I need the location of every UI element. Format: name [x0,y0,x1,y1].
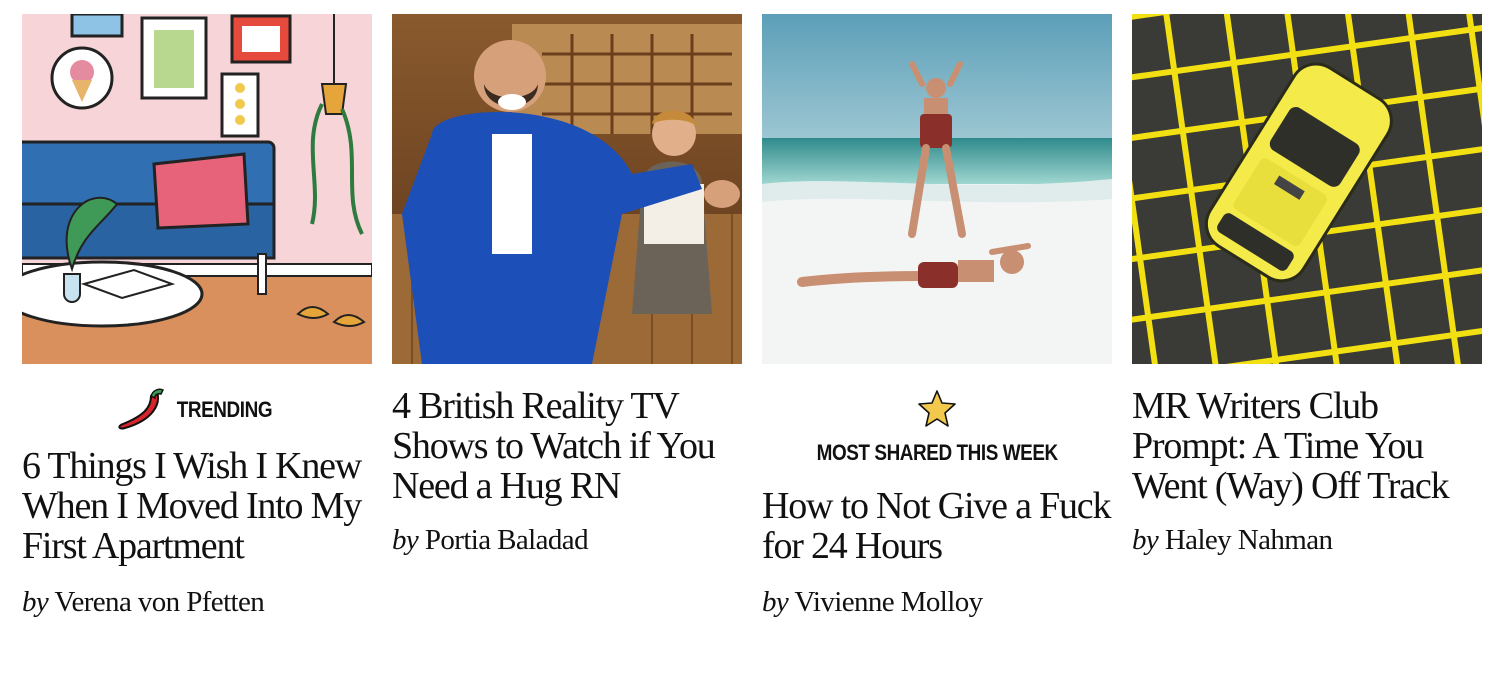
restaurant-photo [392,14,742,364]
article-title: 4 British Reality TV Shows to Watch if Y… [392,385,716,507]
article-image [1132,14,1482,364]
article-title-link[interactable]: 6 Things I Wish I Knew When I Moved Into… [22,446,372,566]
article-byline: by Haley Nahman [1132,524,1482,557]
article-card[interactable]: TRENDING 6 Things I Wish I Knew When I M… [22,14,372,619]
article-image-link[interactable] [392,14,742,364]
article-title: MR Writers Club Prompt: A Time You Went … [1132,385,1450,507]
byline-prefix: by [22,586,49,618]
star-icon [918,390,956,427]
byline-prefix: by [762,586,789,618]
beach-photo [762,14,1112,364]
article-image-link[interactable] [1132,14,1482,364]
article-card[interactable]: MR Writers Club Prompt: A Time You Went … [1132,14,1482,557]
byline-prefix: by [1132,524,1159,556]
article-title: How to Not Give a Fuck for 24 Hours [762,485,1111,567]
article-byline: by Vivienne Molloy [762,586,1112,619]
article-title-link[interactable]: 4 British Reality TV Shows to Watch if Y… [392,386,742,506]
article-title-link[interactable]: How to Not Give a Fuck for 24 Hours [762,486,1112,566]
article-image-link[interactable] [22,14,372,364]
byline-prefix: by [392,524,419,556]
badge-label: TRENDING [176,397,272,422]
article-card[interactable]: 4 British Reality TV Shows to Watch if Y… [392,14,742,557]
article-byline: by Portia Baladad [392,524,742,557]
badge-label: MOST SHARED THIS WEEK [816,440,1058,465]
article-image-link[interactable] [762,14,1112,364]
trending-badge: TRENDING [22,386,372,434]
article-image [392,14,742,364]
author-link[interactable]: Verena von Pfetten [54,586,264,618]
article-title-link[interactable]: MR Writers Club Prompt: A Time You Went … [1132,386,1482,506]
article-image [762,14,1112,364]
most-shared-badge: MOST SHARED THIS WEEK [762,388,1112,466]
author-link[interactable]: Haley Nahman [1165,524,1333,556]
article-card[interactable]: MOST SHARED THIS WEEK How to Not Give a … [762,14,1112,619]
article-image [22,14,372,364]
author-link[interactable]: Vivienne Molloy [794,586,983,618]
article-title: 6 Things I Wish I Knew When I Moved Into… [22,445,362,567]
taxi-photo [1132,14,1482,364]
author-link[interactable]: Portia Baladad [425,524,589,556]
apartment-illustration [22,14,372,364]
article-byline: by Verena von Pfetten [22,586,372,619]
chili-pepper-icon [117,388,164,430]
